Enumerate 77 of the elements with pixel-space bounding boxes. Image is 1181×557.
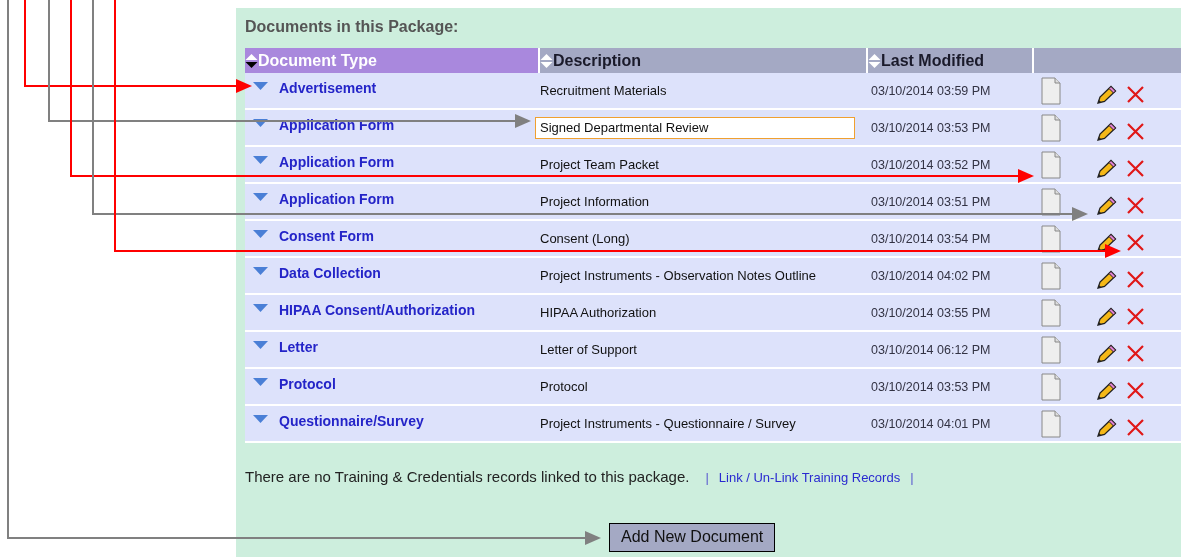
document-type-link[interactable]: HIPAA Consent/Authorization: [279, 300, 475, 321]
document-type-link[interactable]: Protocol: [279, 374, 336, 395]
delete-icon[interactable]: [1126, 233, 1145, 252]
document-type-link[interactable]: Questionnaire/Survey: [279, 411, 424, 432]
document-icon[interactable]: [1041, 188, 1061, 216]
document-type-link[interactable]: Consent Form: [279, 226, 374, 247]
expand-icon[interactable]: [253, 156, 268, 165]
modified-date: 03/10/2014 03:52 PM: [871, 158, 991, 172]
delete-icon[interactable]: [1126, 85, 1145, 104]
document-icon[interactable]: [1041, 299, 1061, 327]
expand-icon[interactable]: [253, 267, 268, 276]
document-icon[interactable]: [1041, 373, 1061, 401]
expand-icon[interactable]: [253, 341, 268, 350]
description-text: Recruitment Materials: [540, 83, 667, 98]
expand-icon[interactable]: [253, 304, 268, 313]
description-text: HIPAA Authorization: [540, 305, 657, 320]
expand-icon[interactable]: [253, 378, 268, 387]
description-text: Project Instruments - Observation Notes Outline: [540, 268, 816, 283]
delete-icon[interactable]: [1126, 159, 1145, 178]
edit-pencil-icon[interactable]: [1096, 270, 1117, 290]
delete-icon[interactable]: [1126, 270, 1145, 289]
description-text: Protocol: [540, 379, 588, 394]
edit-pencil-icon[interactable]: [1096, 418, 1117, 438]
separator: |: [910, 468, 914, 487]
edit-pencil-icon[interactable]: [1096, 307, 1117, 327]
description-text: Project Information: [540, 194, 650, 209]
delete-icon[interactable]: [1126, 418, 1145, 437]
separator: |: [705, 468, 709, 487]
delete-icon[interactable]: [1126, 122, 1145, 141]
add-document-button[interactable]: Add New Document: [609, 522, 776, 552]
modified-date: 03/10/2014 04:01 PM: [871, 417, 991, 431]
delete-icon[interactable]: [1126, 196, 1145, 215]
delete-icon[interactable]: [1126, 307, 1145, 326]
modified-date: 03/10/2014 03:51 PM: [871, 195, 991, 209]
column-header[interactable]: Last Modified: [868, 48, 1034, 73]
document-icon[interactable]: [1041, 262, 1061, 290]
document-type-link[interactable]: Letter: [279, 337, 318, 358]
description-text: Project Instruments - Questionnaire / Survey: [540, 416, 796, 431]
document-icon[interactable]: [1041, 151, 1061, 179]
description-text: Letter of Support: [540, 342, 637, 357]
modified-date: 03/10/2014 04:02 PM: [871, 269, 991, 283]
document-type-link[interactable]: Application Form: [279, 152, 395, 173]
description-field[interactable]: Signed Departmental Review: [535, 116, 855, 139]
expand-icon[interactable]: [253, 82, 268, 91]
training-link[interactable]: Link / Un-Link Training Records: [718, 467, 901, 487]
document-type-link[interactable]: Application Form: [279, 189, 395, 210]
edit-pencil-icon[interactable]: [1096, 85, 1117, 105]
document-icon[interactable]: [1041, 410, 1061, 438]
modified-date: 03/10/2014 03:53 PM: [871, 380, 991, 394]
expand-icon[interactable]: [253, 193, 268, 202]
delete-icon[interactable]: [1126, 344, 1145, 363]
delete-icon[interactable]: [1126, 381, 1145, 400]
modified-date: 03/10/2014 03:55 PM: [871, 306, 991, 320]
document-icon[interactable]: [1041, 77, 1061, 105]
sort-icon[interactable]: [245, 52, 258, 69]
document-type-link[interactable]: Data Collection: [279, 263, 381, 284]
expand-icon[interactable]: [253, 230, 268, 239]
document-type-link[interactable]: Advertisement: [279, 78, 377, 99]
description-text: Project Team Packet: [540, 157, 659, 172]
edit-pencil-icon[interactable]: [1096, 122, 1117, 142]
edit-pencil-icon[interactable]: [1096, 381, 1117, 401]
document-icon[interactable]: [1041, 336, 1061, 364]
modified-date: 03/10/2014 03:53 PM: [871, 121, 991, 135]
description-text: Consent (Long): [540, 231, 630, 246]
document-icon[interactable]: [1041, 225, 1061, 253]
expand-icon[interactable]: [253, 415, 268, 424]
column-header[interactable]: Description: [540, 48, 868, 73]
modified-date: 03/10/2014 03:59 PM: [871, 84, 991, 98]
training-note: There are no Training & Credentials records linked to this package.: [245, 467, 690, 487]
edit-pencil-icon[interactable]: [1096, 159, 1117, 179]
document-icon[interactable]: [1041, 114, 1061, 142]
section-title: Documents in this Package:: [245, 17, 459, 37]
edit-pencil-icon[interactable]: [1096, 196, 1117, 216]
edit-pencil-icon[interactable]: [1096, 344, 1117, 364]
expand-icon[interactable]: [253, 119, 268, 128]
modified-date: 03/10/2014 06:12 PM: [871, 343, 991, 357]
modified-date: 03/10/2014 03:54 PM: [871, 232, 991, 246]
